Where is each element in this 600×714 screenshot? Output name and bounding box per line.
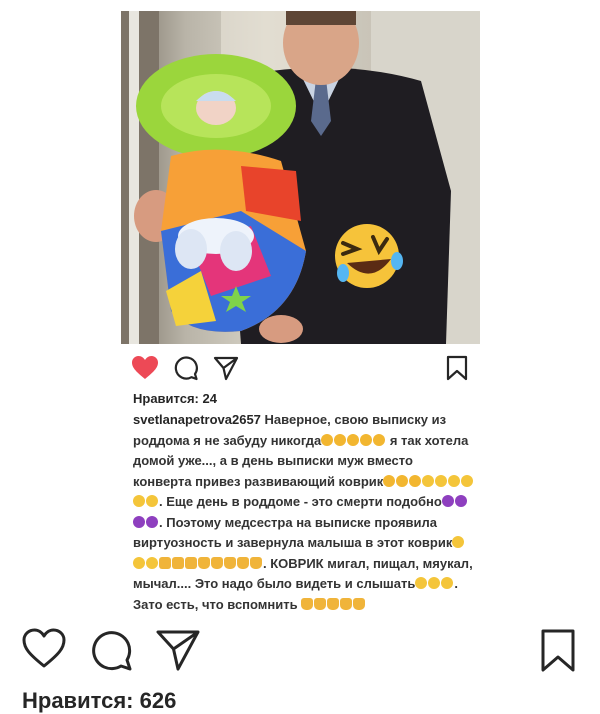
share-icon bbox=[156, 630, 200, 671]
comment-icon bbox=[174, 356, 198, 381]
bookmark-icon bbox=[446, 355, 468, 381]
thumbs-emoji-row bbox=[301, 597, 366, 612]
like-button[interactable] bbox=[22, 628, 66, 670]
heart-icon bbox=[22, 628, 66, 668]
caption-username: svetlanapetrova2657 bbox=[133, 412, 261, 427]
caption-text: . Поэтому медсестра на выписке проявила … bbox=[133, 514, 453, 551]
crying-emoji-row bbox=[321, 433, 386, 448]
comment-icon bbox=[92, 631, 132, 671]
save-button[interactable] bbox=[540, 628, 576, 674]
bookmark-icon bbox=[541, 629, 575, 672]
comment-button[interactable] bbox=[90, 628, 134, 672]
heart-icon bbox=[132, 356, 158, 379]
caption-text: . Еще день в роддоме - это смерти подобн… bbox=[159, 494, 442, 509]
embedded-post-screenshot: Нравится: 24 svetlanapetrova2657 Наверно… bbox=[121, 11, 480, 611]
embedded-action-bar bbox=[121, 349, 480, 381]
post-action-bar bbox=[0, 618, 600, 678]
likes-count[interactable]: Нравится: 626 bbox=[22, 688, 176, 714]
share-icon bbox=[213, 356, 239, 381]
embedded-caption: svetlanapetrova2657 Наверное, свою выпис… bbox=[133, 410, 475, 611]
smile-emoji-row bbox=[415, 576, 454, 591]
photo-illustration bbox=[121, 11, 480, 344]
share-button[interactable] bbox=[155, 628, 201, 672]
post-photo bbox=[121, 11, 480, 344]
embedded-likes-count: Нравится: 24 bbox=[133, 391, 217, 406]
